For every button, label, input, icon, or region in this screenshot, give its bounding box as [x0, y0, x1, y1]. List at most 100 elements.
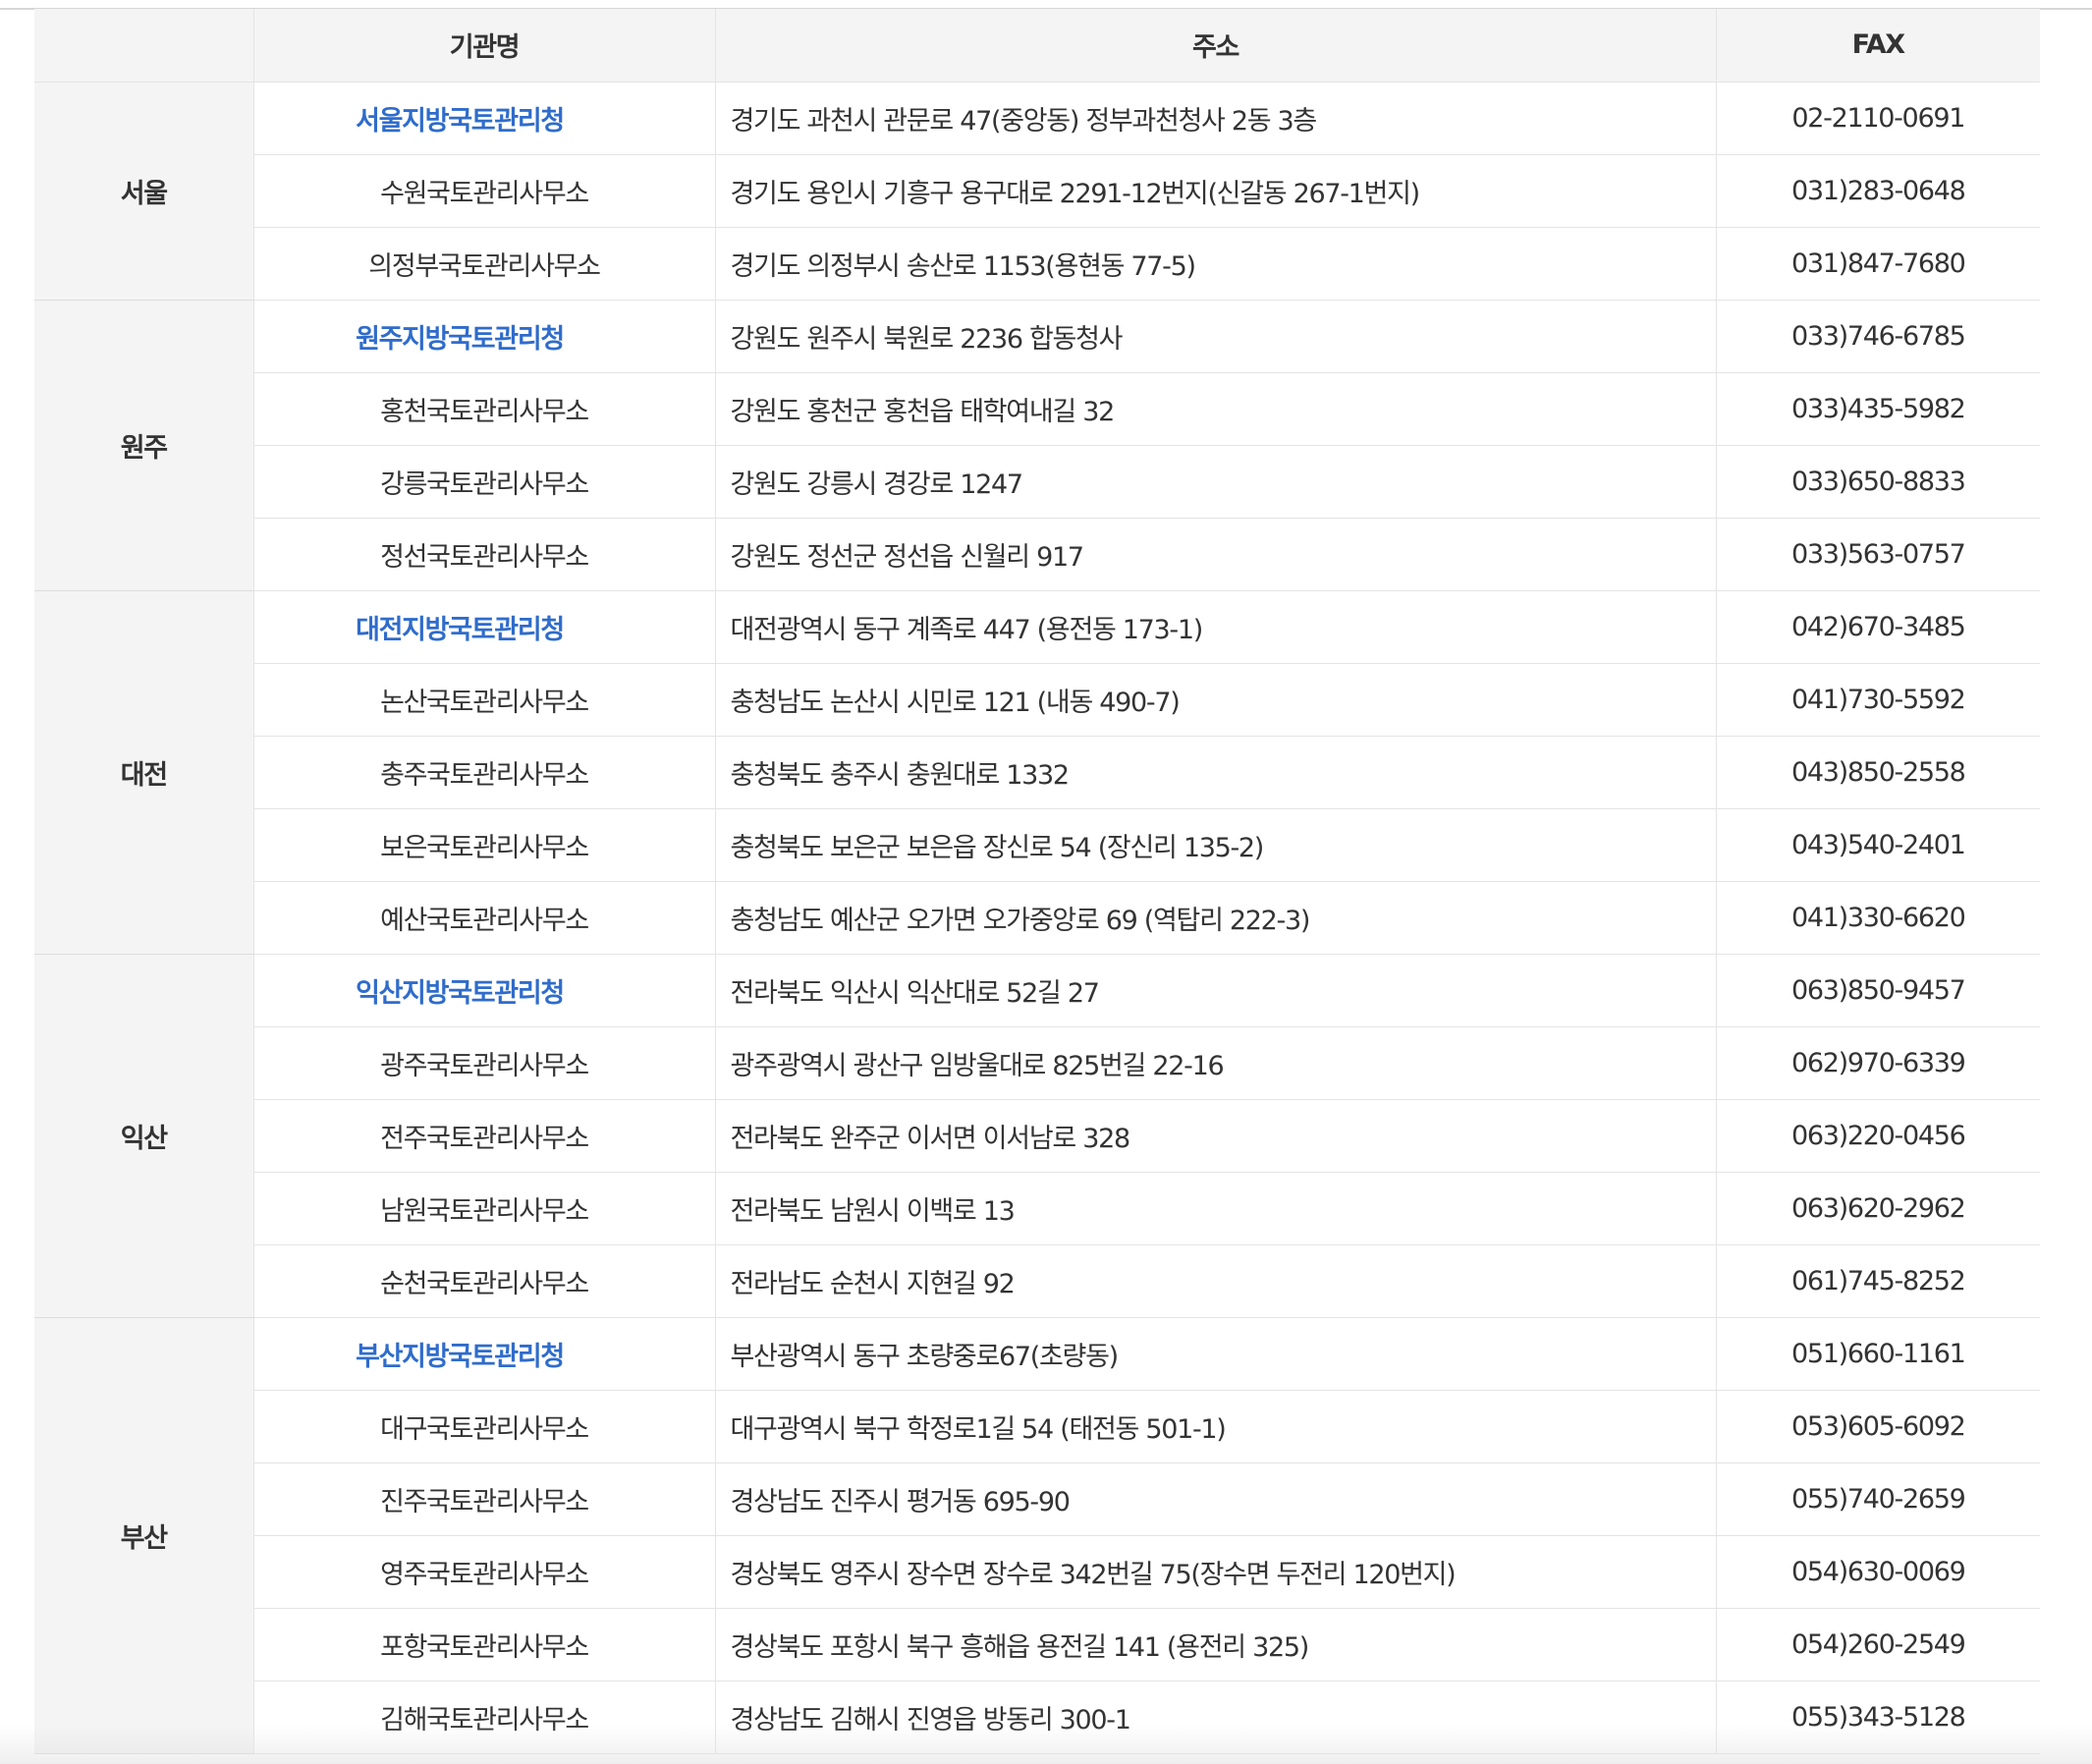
table-header: 기관명 주소 FAX	[34, 9, 2040, 83]
table-row: 포항국토관리사무소 경상북도 포항시 북구 흥해읍 용전길 141 (용전리 32…	[34, 1608, 2040, 1681]
office-name-cell: 수원국토관리사무소	[253, 154, 716, 228]
agency-name-link[interactable]: 대전지방국토관리청	[253, 590, 716, 664]
address-cell: 대전광역시 동구 계족로 447 (용전동 173-1)	[715, 590, 1717, 664]
table-row: 홍천국토관리사무소 강원도 홍천군 홍천읍 태학여내길 32 033)435-598…	[34, 372, 2040, 446]
fax-cell: 051)660-1161	[1716, 1317, 2040, 1391]
office-name-cell: 홍천국토관리사무소	[253, 372, 716, 446]
region-cell: 서울	[34, 82, 254, 301]
table-row: 원주 원주지방국토관리청 강원도 원주시 북원로 2236 합동청사 033)746-…	[34, 300, 2040, 591]
table-row: 영주국토관리사무소 경상북도 영주시 장수면 장수로 342번길 75(장수면 두…	[34, 1535, 2040, 1609]
fax-cell: 02-2110-0691	[1716, 82, 2040, 155]
table-row: 의정부국토관리사무소 경기도 의정부시 송산로 1153(용현동 77-5) 031…	[34, 227, 2040, 301]
office-name-cell: 김해국토관리사무소	[253, 1681, 716, 1754]
address-cell: 부산광역시 동구 초량중로67(초량동)	[715, 1317, 1717, 1391]
table-row: 익산 익산지방국토관리청 전라북도 익산시 익산대로 52길 27 063)850-9…	[34, 954, 2040, 1318]
address-cell: 전라북도 완주군 이서면 이서남로 328	[715, 1099, 1717, 1173]
region-cell: 원주	[34, 300, 254, 591]
table-body: 서울 서울지방국토관리청 경기도 과천시 관문로 47(중앙동) 정부과천청사 2동…	[34, 82, 2040, 1754]
address-cell: 강원도 정선군 정선읍 신월리 917	[715, 518, 1717, 591]
fax-cell: 043)850-2558	[1716, 736, 2040, 809]
address-cell: 충청북도 충주시 충원대로 1332	[715, 736, 1717, 809]
page: 기관명 주소 FAX 서울 서울지방국토관리청 경기도 과천시 관문로 47(중앙동…	[0, 0, 2092, 1764]
address-cell: 경상북도 영주시 장수면 장수로 342번길 75(장수면 두전리 120번지)	[715, 1535, 1717, 1609]
address-cell: 광주광역시 광산구 임방울대로 825번길 22-16	[715, 1026, 1717, 1100]
office-name-cell: 진주국토관리사무소	[253, 1462, 716, 1536]
table-row: 진주국토관리사무소 경상남도 진주시 평거동 695-90 055)740-2659	[34, 1462, 2040, 1536]
table-row: 부산 부산지방국토관리청 부산광역시 동구 초량중로67(초량동) 051)660-1…	[34, 1317, 2040, 1754]
address-cell: 경기도 의정부시 송산로 1153(용현동 77-5)	[715, 227, 1717, 301]
address-cell: 충청남도 논산시 시민로 121 (내동 490-7)	[715, 663, 1717, 737]
fax-cell: 055)343-5128	[1716, 1681, 2040, 1754]
fax-cell: 031)847-7680	[1716, 227, 2040, 301]
region-cell: 부산	[34, 1317, 254, 1754]
table-row: 대구국토관리사무소 대구광역시 북구 학정로1길 54 (태전동 501-1) 05…	[34, 1390, 2040, 1463]
office-name-cell: 순천국토관리사무소	[253, 1244, 716, 1318]
address-cell: 전라북도 남원시 이백로 13	[715, 1172, 1717, 1245]
office-name-cell: 충주국토관리사무소	[253, 736, 716, 809]
fax-cell: 033)746-6785	[1716, 300, 2040, 373]
office-name-cell: 포항국토관리사무소	[253, 1608, 716, 1681]
address-cell: 강원도 원주시 북원로 2236 합동청사	[715, 300, 1717, 373]
fax-cell: 043)540-2401	[1716, 808, 2040, 882]
fax-cell: 054)630-0069	[1716, 1535, 2040, 1609]
fax-cell: 063)850-9457	[1716, 954, 2040, 1027]
office-name-cell: 의정부국토관리사무소	[253, 227, 716, 301]
table-row: 강릉국토관리사무소 강원도 강릉시 경강로 1247 033)650-8833	[34, 445, 2040, 519]
table-row: 대전 대전지방국토관리청 대전광역시 동구 계족로 447 (용전동 173-1) 0…	[34, 590, 2040, 955]
header-address: 주소	[715, 9, 1717, 83]
address-cell: 경상북도 포항시 북구 흥해읍 용전길 141 (용전리 325)	[715, 1608, 1717, 1681]
table-row: 충주국토관리사무소 충청북도 충주시 충원대로 1332 043)850-2558	[34, 736, 2040, 809]
header-name: 기관명	[253, 9, 716, 83]
table-row: 예산국토관리사무소 충청남도 예산군 오가면 오가중앙로 69 (역탑리 222-…	[34, 881, 2040, 955]
fax-cell: 041)330-6620	[1716, 881, 2040, 955]
address-cell: 경상남도 김해시 진영읍 방동리 300-1	[715, 1681, 1717, 1754]
header-fax: FAX	[1716, 9, 2040, 83]
address-cell: 경상남도 진주시 평거동 695-90	[715, 1462, 1717, 1536]
table-row: 논산국토관리사무소 충청남도 논산시 시민로 121 (내동 490-7) 041)…	[34, 663, 2040, 737]
header-row: 기관명 주소 FAX	[34, 9, 2040, 83]
address-cell: 경기도 과천시 관문로 47(중앙동) 정부과천청사 2동 3층	[715, 82, 1717, 155]
fax-cell: 063)620-2962	[1716, 1172, 2040, 1245]
region-cell: 대전	[34, 590, 254, 955]
table-row: 광주국토관리사무소 광주광역시 광산구 임방울대로 825번길 22-16 062)…	[34, 1026, 2040, 1100]
office-name-cell: 광주국토관리사무소	[253, 1026, 716, 1100]
agency-name-link[interactable]: 부산지방국토관리청	[253, 1317, 716, 1391]
fax-cell: 042)670-3485	[1716, 590, 2040, 664]
office-name-cell: 전주국토관리사무소	[253, 1099, 716, 1173]
table-row: 정선국토관리사무소 강원도 정선군 정선읍 신월리 917 033)563-0757	[34, 518, 2040, 591]
agency-name-link[interactable]: 서울지방국토관리청	[253, 82, 716, 155]
fax-cell: 054)260-2549	[1716, 1608, 2040, 1681]
agency-name-link[interactable]: 익산지방국토관리청	[253, 954, 716, 1027]
agency-name-link[interactable]: 원주지방국토관리청	[253, 300, 716, 373]
fax-cell: 041)730-5592	[1716, 663, 2040, 737]
table-row: 남원국토관리사무소 전라북도 남원시 이백로 13 063)620-2962	[34, 1172, 2040, 1245]
address-cell: 충청북도 보은군 보은읍 장신로 54 (장신리 135-2)	[715, 808, 1717, 882]
fax-cell: 061)745-8252	[1716, 1244, 2040, 1318]
office-name-cell: 보은국토관리사무소	[253, 808, 716, 882]
fax-cell: 062)970-6339	[1716, 1026, 2040, 1100]
address-cell: 전라북도 익산시 익산대로 52길 27	[715, 954, 1717, 1027]
office-fax-table: 기관명 주소 FAX 서울 서울지방국토관리청 경기도 과천시 관문로 47(중앙동…	[34, 9, 2040, 1754]
address-cell: 대구광역시 북구 학정로1길 54 (태전동 501-1)	[715, 1390, 1717, 1463]
table-row: 김해국토관리사무소 경상남도 김해시 진영읍 방동리 300-1 055)343-5…	[34, 1681, 2040, 1754]
fax-cell: 033)650-8833	[1716, 445, 2040, 519]
table-row: 서울 서울지방국토관리청 경기도 과천시 관문로 47(중앙동) 정부과천청사 2동…	[34, 82, 2040, 301]
address-cell: 강원도 홍천군 홍천읍 태학여내길 32	[715, 372, 1717, 446]
office-name-cell: 예산국토관리사무소	[253, 881, 716, 955]
fax-cell: 033)563-0757	[1716, 518, 2040, 591]
fax-cell: 033)435-5982	[1716, 372, 2040, 446]
office-name-cell: 논산국토관리사무소	[253, 663, 716, 737]
office-name-cell: 대구국토관리사무소	[253, 1390, 716, 1463]
table-row: 순천국토관리사무소 전라남도 순천시 지현길 92 061)745-8252	[34, 1244, 2040, 1318]
fax-cell: 031)283-0648	[1716, 154, 2040, 228]
office-name-cell: 정선국토관리사무소	[253, 518, 716, 591]
table-row: 전주국토관리사무소 전라북도 완주군 이서면 이서남로 328 063)220-04…	[34, 1099, 2040, 1173]
office-name-cell: 강릉국토관리사무소	[253, 445, 716, 519]
office-name-cell: 남원국토관리사무소	[253, 1172, 716, 1245]
address-cell: 충청남도 예산군 오가면 오가중앙로 69 (역탑리 222-3)	[715, 881, 1717, 955]
address-cell: 강원도 강릉시 경강로 1247	[715, 445, 1717, 519]
table-row: 보은국토관리사무소 충청북도 보은군 보은읍 장신로 54 (장신리 135-2)…	[34, 808, 2040, 882]
address-cell: 경기도 용인시 기흥구 용구대로 2291-12번지(신갈동 267-1번지)	[715, 154, 1717, 228]
office-name-cell: 영주국토관리사무소	[253, 1535, 716, 1609]
fax-cell: 055)740-2659	[1716, 1462, 2040, 1536]
